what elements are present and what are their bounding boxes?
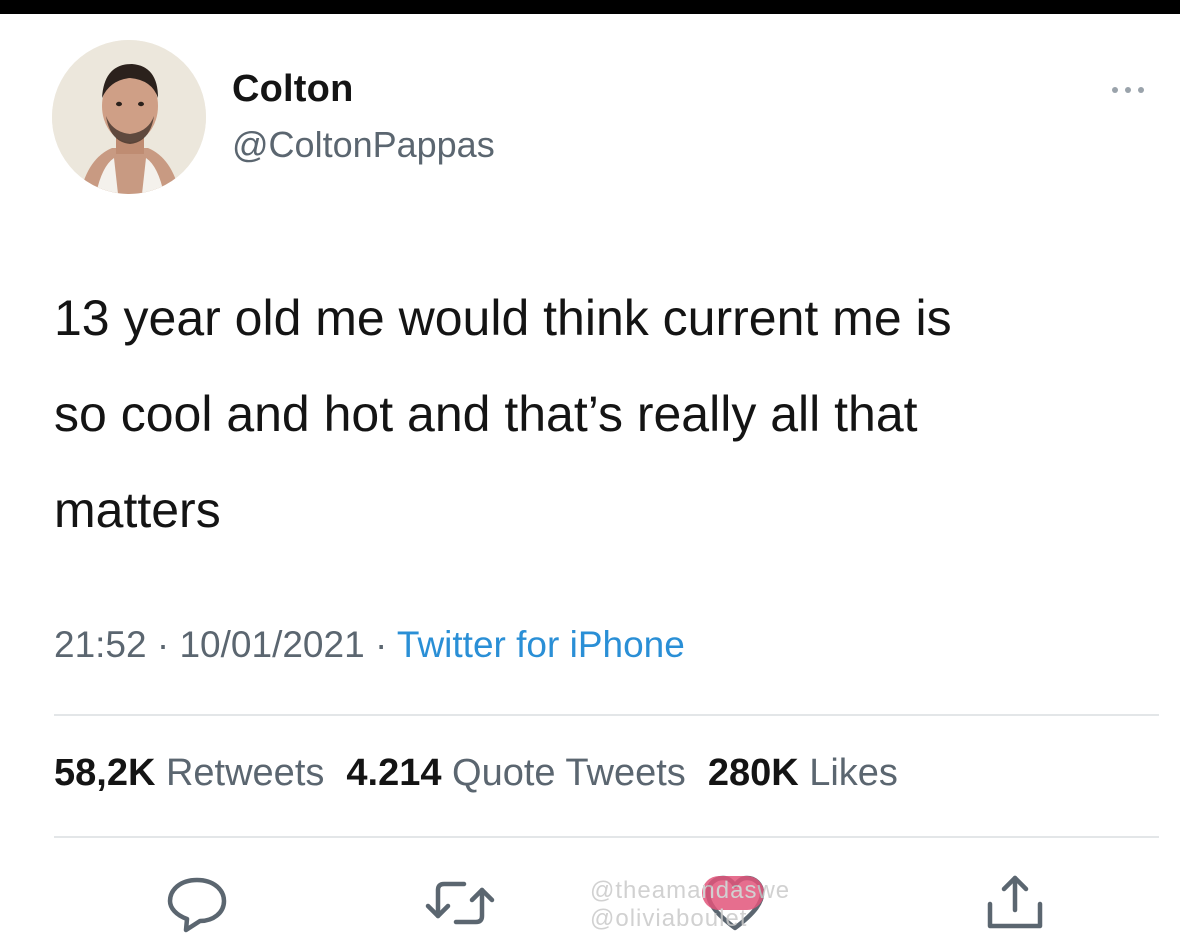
separator: ·: [156, 624, 170, 665]
quotes-label: Quote Tweets: [452, 752, 686, 794]
divider: [54, 714, 1159, 716]
quotes-stat[interactable]: 4.214 Quote Tweets: [346, 752, 685, 794]
tweet-text-line: 13 year old me would think current me is: [54, 290, 952, 346]
dot: [1125, 87, 1131, 93]
separator: ·: [374, 624, 388, 665]
watermark: @theamandaswe @oliviaboulet: [590, 876, 890, 936]
author-name[interactable]: Colton: [232, 68, 354, 111]
engagement-stats: 58,2K Retweets 4.214 Quote Tweets 280K Lik…: [54, 752, 898, 795]
tweet-text-line: matters: [54, 482, 221, 538]
tweet-date[interactable]: 10/01/2021: [179, 624, 364, 665]
divider: [54, 836, 1159, 838]
reply-icon[interactable]: [162, 870, 232, 936]
share-icon[interactable]: [980, 870, 1050, 936]
retweets-label: Retweets: [165, 752, 325, 794]
watermark-line: @oliviaboulet: [590, 905, 748, 932]
author-handle[interactable]: @ColtonPappas: [232, 124, 495, 166]
tweet-metadata: 21:52 · 10/01/2021 · Twitter for iPhone: [54, 624, 685, 666]
tweet-time[interactable]: 21:52: [54, 624, 147, 665]
avatar-photo: [52, 40, 206, 194]
tweet-text: 13 year old me would think current me is…: [54, 270, 1164, 558]
likes-count: 280K: [707, 752, 799, 794]
likes-stat[interactable]: 280K Likes: [708, 752, 898, 794]
quotes-count: 4.214: [346, 752, 442, 794]
dot: [1112, 87, 1118, 93]
retweet-icon[interactable]: [420, 870, 495, 936]
tweet-source-link[interactable]: Twitter for iPhone: [397, 624, 685, 665]
dot: [1138, 87, 1144, 93]
watermark-line: @theamandaswe: [590, 877, 791, 904]
retweets-stat[interactable]: 58,2K Retweets: [54, 752, 324, 794]
avatar[interactable]: [52, 40, 206, 194]
more-options-icon[interactable]: [1098, 80, 1158, 100]
top-black-bar: [0, 0, 1180, 14]
likes-label: Likes: [809, 752, 898, 794]
retweets-count: 58,2K: [54, 752, 156, 794]
tweet-text-line: so cool and hot and that’s really all th…: [54, 386, 918, 442]
